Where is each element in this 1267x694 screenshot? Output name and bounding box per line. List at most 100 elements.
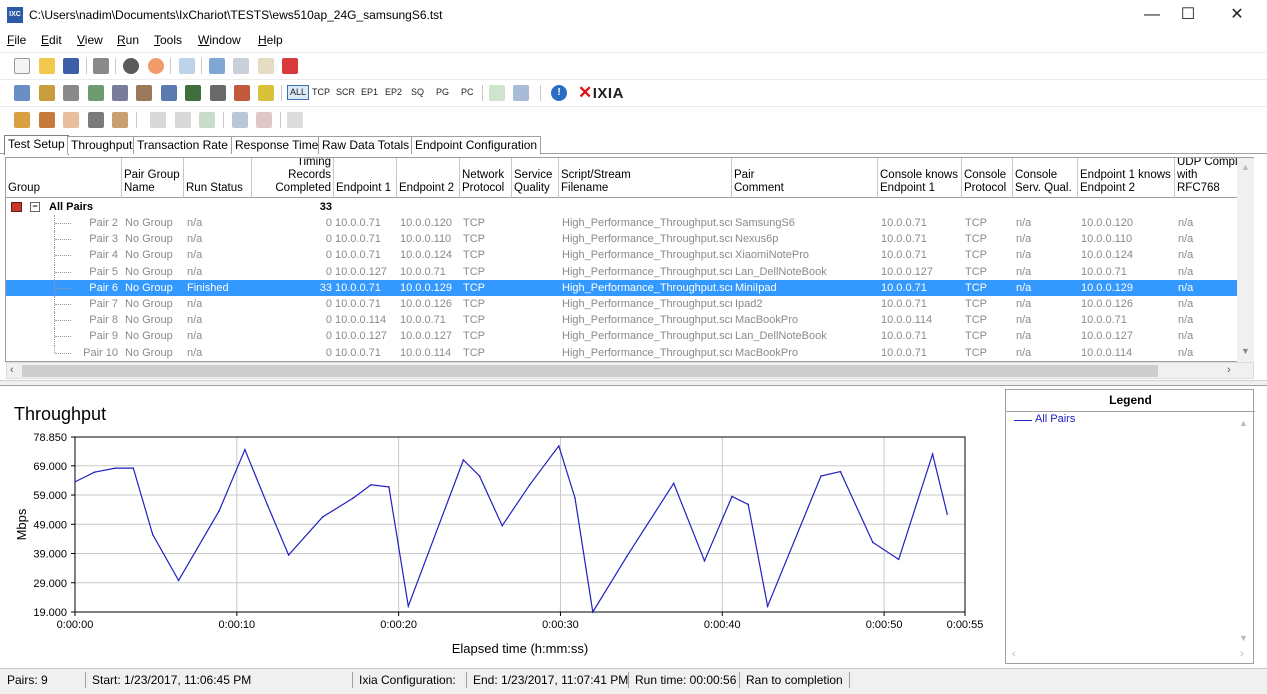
swap-icon[interactable] <box>185 85 201 101</box>
info-icon[interactable]: ! <box>551 85 567 101</box>
copy-icon[interactable] <box>233 58 249 74</box>
table-row[interactable]: Pair 4 No Group n/a 0 10.0.0.71 10.0.0.124 TCP… <box>6 247 1253 264</box>
options-icon[interactable] <box>234 85 250 101</box>
cell-ep1-knows: 10.0.0.114 <box>1081 346 1133 359</box>
graph-icon[interactable] <box>210 85 226 101</box>
column-header-script-filename[interactable]: Script/Stream Filename <box>559 158 732 198</box>
cell-comment: MacBookPro <box>735 346 798 359</box>
tab-response-time[interactable]: Response Time <box>231 136 323 154</box>
stop-icon[interactable] <box>148 58 164 74</box>
column-header-run-status[interactable]: Run Status <box>184 158 252 198</box>
endpoint-icon[interactable] <box>14 112 30 128</box>
scroll-right-icon[interactable]: › <box>1227 364 1231 376</box>
menu-run[interactable]: Run <box>117 33 139 47</box>
legend-scroll-up-icon[interactable]: ▲ <box>1239 418 1248 428</box>
filter-ep1-button[interactable]: EP1 <box>361 87 378 97</box>
filter-sq-button[interactable]: SQ <box>411 87 424 97</box>
legend-scroll-down-icon[interactable]: ▼ <box>1239 633 1248 643</box>
schedule-icon[interactable] <box>179 58 195 74</box>
run-icon[interactable] <box>123 58 139 74</box>
column-header-endpoint-2[interactable]: Endpoint 2 <box>397 158 460 198</box>
endpoint-remove-icon[interactable] <box>63 112 79 128</box>
table-row[interactable]: Pair 6 No Group Finished 33 10.0.0.71 10.0.0.… <box>6 279 1253 296</box>
column-header-timing-records[interactable]: Timing Records Completed <box>252 158 334 198</box>
scroll-up-icon[interactable]: ▲ <box>1241 162 1250 172</box>
table-row[interactable]: Pair 10 No Group n/a 0 10.0.0.71 10.0.0.114 TC… <box>6 344 1253 361</box>
table-row[interactable]: Pair 9 No Group n/a 0 10.0.0.127 10.0.0.127 TC… <box>6 328 1253 345</box>
cell-c-sq: n/a <box>1016 217 1032 229</box>
maximize-button[interactable]: ☐ <box>1165 0 1211 30</box>
menu-tools[interactable]: Tools <box>154 33 182 47</box>
table-row[interactable]: Pair 7 No Group n/a 0 10.0.0.71 10.0.0.126 TCP… <box>6 296 1253 312</box>
scroll-left-icon[interactable]: ‹ <box>10 364 14 376</box>
print-icon[interactable] <box>93 58 109 74</box>
filter-tcp-button[interactable]: TCP <box>312 87 330 97</box>
legend-scroll-left-icon[interactable]: ‹ <box>1012 648 1016 660</box>
new-file-icon[interactable] <box>14 58 30 74</box>
cell-ck-ep1: 10.0.0.71 <box>881 330 927 343</box>
table-row[interactable]: Pair 5 No Group n/a 0 10.0.0.127 10.0.0.71 TCP… <box>6 263 1253 280</box>
group-icon[interactable] <box>112 85 128 101</box>
table-row[interactable]: Pair 3 No Group n/a 0 10.0.0.71 10.0.0.110 TCP… <box>6 231 1253 248</box>
filter-pg-button[interactable]: PG <box>436 87 449 97</box>
menu-file[interactable]: File <box>7 33 26 47</box>
close-button[interactable]: ✕ <box>1214 0 1260 30</box>
table-row[interactable]: Pair 2 No Group n/a 0 10.0.0.71 10.0.0.120 TCP… <box>6 215 1253 231</box>
menu-window[interactable]: Window <box>198 33 241 47</box>
column-header-console-knows-endpoint-1[interactable]: Console knows Endpoint 1 <box>878 158 962 198</box>
edit-pair-icon[interactable] <box>63 85 79 101</box>
grid-vertical-scrollbar[interactable]: ▲ ▼ <box>1237 158 1254 362</box>
scroll-down-icon[interactable]: ▼ <box>1241 346 1250 356</box>
endpoint-add-icon[interactable] <box>39 112 55 128</box>
table-row[interactable]: Pair 8 No Group n/a 0 10.0.0.114 10.0.0.71 TCP… <box>6 312 1253 329</box>
cell-records: 0 <box>325 314 332 327</box>
script-edit-icon[interactable] <box>161 85 177 101</box>
endpoint-check-icon[interactable] <box>88 112 104 128</box>
panel-splitter[interactable] <box>0 380 1267 386</box>
filter-ep2-button[interactable]: EP2 <box>385 87 402 97</box>
collapse-icon[interactable]: − <box>30 202 40 212</box>
paste-icon[interactable] <box>258 58 274 74</box>
export-icon[interactable] <box>513 85 529 101</box>
replicate-icon[interactable] <box>88 85 104 101</box>
save-icon[interactable] <box>63 58 79 74</box>
filter-scr-button[interactable]: SCR <box>336 87 355 97</box>
y-tick-label: 69.000 <box>33 461 67 473</box>
cell-c-sq: n/a <box>1016 314 1032 327</box>
tip-icon[interactable] <box>258 85 274 101</box>
tab-test-setup[interactable]: Test Setup <box>4 135 69 155</box>
tab-endpoint-configuration[interactable]: Endpoint Configuration <box>411 136 542 154</box>
endpoint-config-icon[interactable] <box>112 112 128 128</box>
legend-scroll-right-icon[interactable]: › <box>1240 648 1244 660</box>
delete-icon[interactable] <box>282 58 298 74</box>
menu-view[interactable]: View <box>77 33 103 47</box>
column-header-service-quality[interactable]: Service Quality <box>512 158 559 198</box>
add-multicast-icon[interactable] <box>39 85 55 101</box>
tab-transaction-rate[interactable]: Transaction Rate <box>133 136 232 154</box>
all-pairs-row[interactable]: − All Pairs 33 <box>6 199 1253 215</box>
tab-throughput[interactable]: Throughput <box>67 136 137 154</box>
tab-raw-data-totals[interactable]: Raw Data Totals <box>318 136 414 154</box>
cell-c-sq: n/a <box>1016 233 1032 246</box>
split-icon[interactable] <box>232 112 248 128</box>
wizard-icon[interactable] <box>136 85 152 101</box>
cut-icon[interactable] <box>209 58 225 74</box>
x-tick-label: 0:00:10 <box>218 619 255 631</box>
column-header-console-protocol[interactable]: Console Protocol <box>962 158 1013 198</box>
results-icon[interactable] <box>489 85 505 101</box>
column-header-pair-comment[interactable]: Pair Comment <box>732 158 878 198</box>
menu-edit[interactable]: Edit <box>41 33 62 47</box>
menu-help[interactable]: Help <box>258 33 283 47</box>
column-header-pair-group-name[interactable]: Pair Group Name <box>122 158 184 198</box>
column-header-endpoint-1-knows-endpoint-2[interactable]: Endpoint 1 knows Endpoint 2 <box>1078 158 1175 198</box>
column-header-endpoint-1[interactable]: Endpoint 1 <box>334 158 397 198</box>
add-pair-icon[interactable] <box>14 85 30 101</box>
column-header-group[interactable]: Group <box>6 158 122 198</box>
open-folder-icon[interactable] <box>39 58 55 74</box>
column-header-network-protocol[interactable]: Network Protocol <box>460 158 512 198</box>
column-header-console-serv-qual[interactable]: Console Serv. Qual. <box>1013 158 1078 198</box>
filter-all-button[interactable]: ALL <box>287 85 310 100</box>
filter-pc-button[interactable]: PC <box>461 87 474 97</box>
column-header-udp-compliance[interactable]: UDP Compli with RFC768 <box>1175 158 1245 198</box>
grid-scroll-thumb[interactable] <box>22 365 1158 377</box>
